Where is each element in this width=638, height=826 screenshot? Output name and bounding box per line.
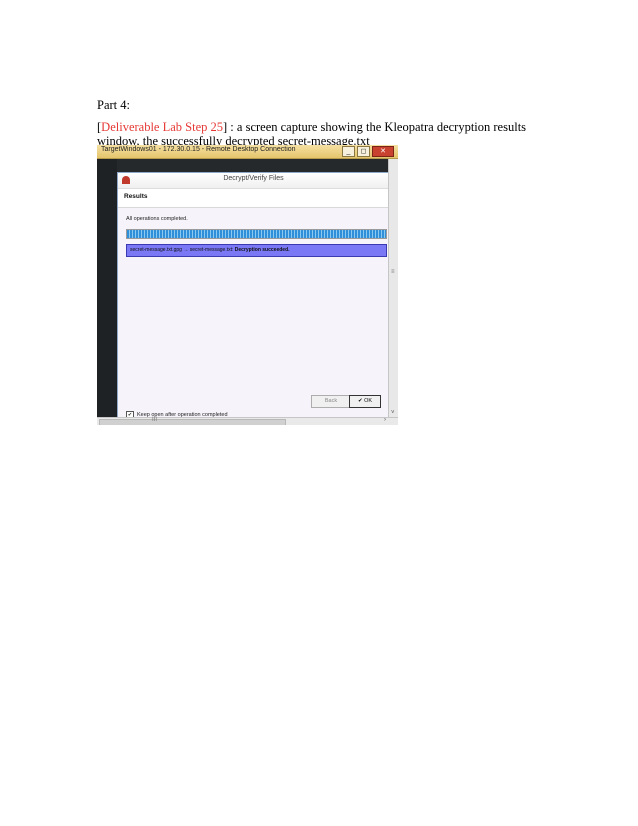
- back-button[interactable]: Back: [311, 395, 351, 408]
- results-header: Results: [118, 189, 389, 208]
- progress-bar: [126, 229, 387, 239]
- scroll-right-icon[interactable]: ›: [384, 417, 386, 423]
- dialog-titlebar: Decrypt/Verify Files: [118, 173, 389, 189]
- horizontal-grip-icon: III: [152, 417, 158, 423]
- part-heading: Part 4:: [97, 98, 130, 112]
- remote-desktop-background: [97, 159, 117, 417]
- vertical-scrollbar[interactable]: ≡ ˅: [388, 159, 398, 417]
- status-text: All operations completed.: [126, 216, 188, 222]
- horizontal-scrollbar[interactable]: III ›: [97, 417, 398, 425]
- horizontal-scroll-thumb[interactable]: [99, 419, 286, 425]
- results-heading: Results: [124, 193, 148, 200]
- minimize-button[interactable]: _: [342, 146, 355, 157]
- progress-fill: [127, 230, 386, 238]
- rdp-window-title: TargetWindows01 - 172.30.0.15 - Remote D…: [101, 146, 296, 153]
- result-file-mapping: secret-message.txt.gpg → secret-message.…: [130, 247, 235, 253]
- rdp-titlebar: TargetWindows01 - 172.30.0.15 - Remote D…: [97, 145, 398, 159]
- close-button[interactable]: ✕: [372, 146, 394, 157]
- scroll-down-icon[interactable]: ˅: [391, 410, 395, 416]
- result-text: secret-message.txt.gpg → secret-message.…: [130, 247, 290, 253]
- restore-button[interactable]: ◻: [357, 146, 370, 157]
- result-row[interactable]: secret-message.txt.gpg → secret-message.…: [126, 244, 387, 257]
- screen-capture: TargetWindows01 - 172.30.0.15 - Remote D…: [97, 145, 398, 425]
- deliverable-caption: [Deliverable Lab Step 25] : a screen cap…: [97, 120, 527, 148]
- scrollbar-grip-icon: ≡: [391, 269, 395, 275]
- deliverable-link[interactable]: Deliverable Lab Step 25: [101, 120, 223, 134]
- dialog-body: All operations completed. secret-message…: [118, 208, 389, 425]
- dialog-title: Decrypt/Verify Files: [223, 175, 284, 182]
- rdp-window-controls: _ ◻ ✕: [342, 146, 394, 157]
- decrypt-verify-dialog: Decrypt/Verify Files Results All operati…: [117, 172, 390, 425]
- result-status: Decryption succeeded.: [234, 247, 290, 253]
- ok-button[interactable]: ✔ OK: [349, 395, 381, 408]
